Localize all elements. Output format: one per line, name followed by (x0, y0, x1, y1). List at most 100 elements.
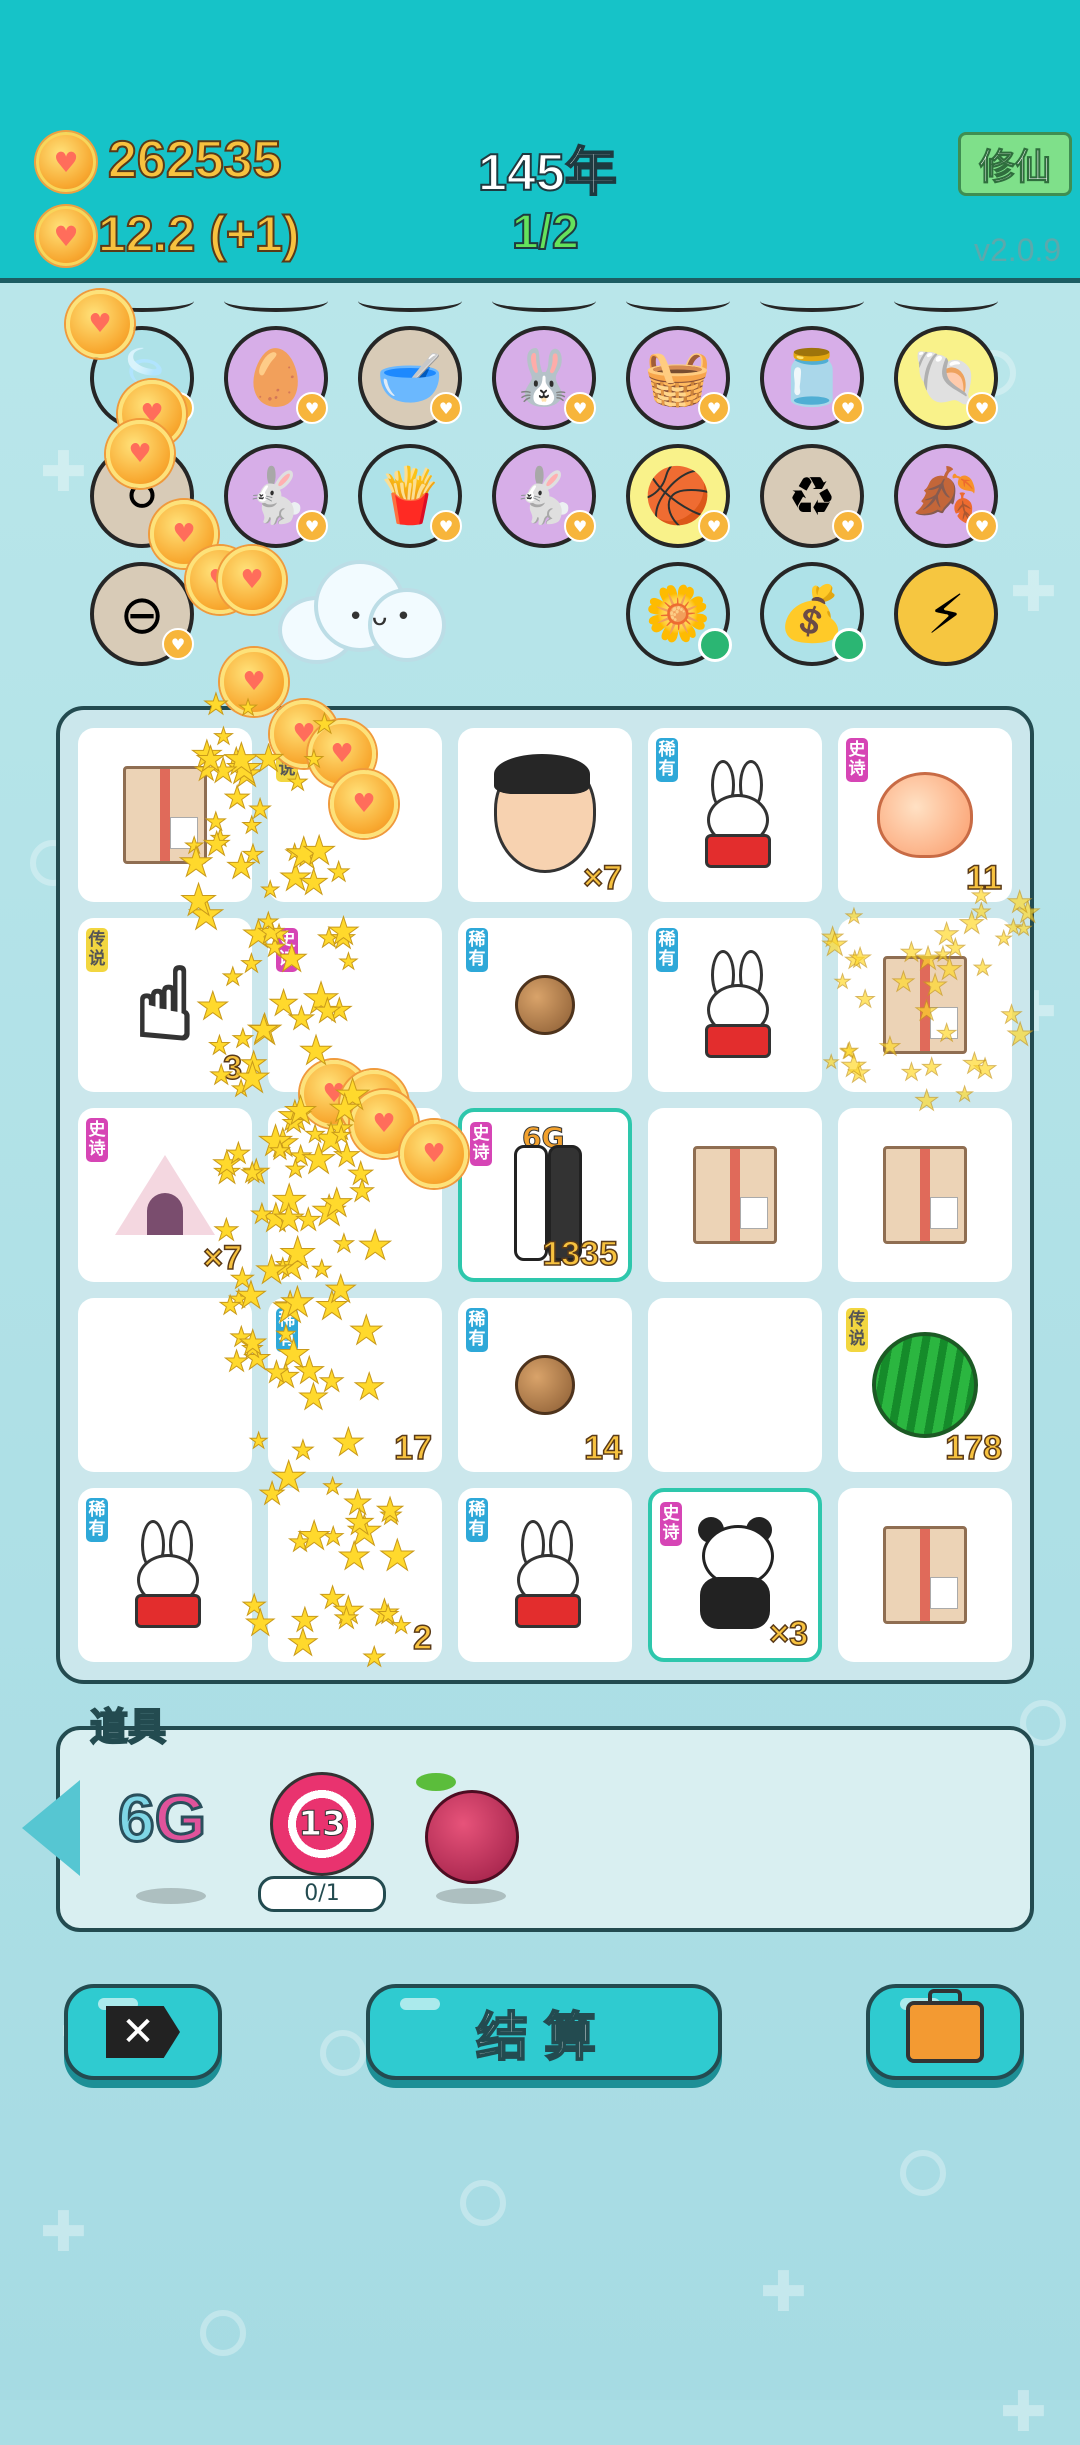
version-label: v2.0.9 (974, 232, 1062, 268)
board-cell[interactable] (78, 1298, 252, 1472)
sparkle-star-icon: ★ (337, 1533, 372, 1579)
box-item (648, 1108, 822, 1282)
item-count: 178 (945, 1428, 1003, 1468)
briefcase-icon (906, 1989, 984, 2063)
board-cell[interactable] (648, 1108, 822, 1282)
minus-icon[interactable]: ⊖ ♥ (90, 562, 194, 666)
tools-prev-arrow-icon[interactable] (22, 1780, 80, 1876)
sparkle-star-icon: ★ (362, 1641, 387, 1673)
sparkle-star-icon: ★ (298, 1027, 335, 1074)
close-button[interactable]: ✕ (64, 1984, 222, 2080)
year-counter: 145年 (477, 143, 618, 203)
sparkle-star-icon: ★ (263, 1355, 290, 1390)
sparkle-star-icon: ★ (913, 1084, 940, 1118)
board-cell[interactable]: 稀有 (648, 918, 822, 1092)
rarity-tag: 史诗 (846, 738, 868, 782)
sparkle-star-icon: ★ (326, 908, 361, 953)
hidden-icon-row (492, 290, 596, 312)
bag-button[interactable] (866, 1984, 1024, 2080)
sparkle-star-icon: ★ (257, 906, 280, 936)
sparkle-star-icon: ★ (971, 899, 992, 926)
heart-badge-icon: ♥ (162, 628, 194, 660)
settle-label: 结算 (475, 2007, 612, 2069)
board-cell[interactable] (838, 1108, 1012, 1282)
board-cell[interactable]: 稀有 14 (458, 1298, 632, 1472)
sparkle-star-icon: ★ (833, 970, 852, 994)
hidden-icon-row (894, 290, 998, 312)
sparkle-star-icon: ★ (218, 1290, 242, 1321)
shell-icon[interactable]: 🐚 ♥ (894, 326, 998, 430)
sparkle-star-icon: ★ (267, 983, 300, 1025)
egg-icon[interactable]: 🥚 ♥ (224, 326, 328, 430)
sparkle-star-icon: ★ (1006, 1017, 1035, 1054)
board-cell[interactable]: 稀有 (648, 728, 822, 902)
heart-badge-icon: ♥ (564, 510, 596, 542)
sparkle-star-icon: ★ (854, 984, 876, 1013)
box-item (838, 1108, 1012, 1282)
pet-food-bowl-icon[interactable]: 🥣 ♥ (358, 326, 462, 430)
sparkle-star-icon: ★ (269, 1452, 308, 1502)
sparkle-star-icon: ★ (820, 927, 849, 964)
heart-badge-icon: ♥ (698, 510, 730, 542)
sparkle-star-icon: ★ (297, 1376, 330, 1418)
board-cell[interactable]: 稀有 (78, 1488, 252, 1662)
sparkle-star-icon: ★ (1006, 884, 1034, 920)
sparkle-star-icon: ★ (331, 1420, 366, 1465)
board-cell[interactable]: 史诗 11 (838, 728, 1012, 902)
board-cell[interactable]: ×7 (458, 728, 632, 902)
sparkle-star-icon: ★ (239, 948, 263, 979)
board-cell[interactable]: 传说 178 (838, 1298, 1012, 1472)
board-cell[interactable] (648, 1298, 822, 1472)
rabbit-icon-2[interactable]: 🐇 ♥ (492, 444, 596, 548)
leaf-icon-2[interactable]: 🍂 ♥ (894, 444, 998, 548)
sparkle-star-icon: ★ (251, 736, 286, 781)
sparkle-star-icon: ★ (244, 1602, 277, 1644)
fruit-basket-icon[interactable]: 🧺 ♥ (626, 326, 730, 430)
sparkle-star-icon: ★ (839, 1048, 868, 1085)
heart-badge-icon: ♥ (698, 392, 730, 424)
cultivation-button[interactable]: 修仙 (958, 132, 1072, 196)
sparkle-star-icon: ★ (254, 1247, 290, 1293)
lightning-icon[interactable]: ⚡ (894, 562, 998, 666)
sparkle-star-icon: ★ (223, 780, 252, 817)
cloud-mascot[interactable]: • ᴗ • (278, 560, 446, 664)
board-cell[interactable]: 6G 史诗 1335 (458, 1108, 632, 1282)
sparkle-star-icon: ★ (1014, 917, 1033, 941)
empty-slot (648, 1298, 822, 1472)
sparkle-star-icon: ★ (327, 1086, 362, 1131)
tool-lychee-icon[interactable] (416, 1773, 519, 1884)
rarity-tag: 史诗 (660, 1502, 682, 1546)
sparkle-star-icon: ★ (294, 1203, 322, 1239)
sparkle-star-icon: ★ (312, 991, 343, 1031)
balls-icon[interactable]: 🏀 ♥ (626, 444, 730, 548)
refresh-icon[interactable]: ♻ ♥ (760, 444, 864, 548)
flower-pot-icon[interactable]: 🌼 (626, 562, 732, 666)
sparkle-star-icon: ★ (178, 875, 219, 927)
heart-badge-icon: ♥ (564, 392, 596, 424)
tool-6g[interactable]: 6G (117, 1780, 208, 1857)
board-cell[interactable]: 稀有 (458, 1488, 632, 1662)
tool-6g-label: 6G (117, 1780, 208, 1857)
sparkle-star-icon: ★ (233, 1053, 272, 1103)
sack-icon[interactable]: 💰 (760, 562, 866, 666)
jar-icon[interactable]: 🫙 ♥ (760, 326, 864, 430)
sparkle-star-icon: ★ (301, 827, 338, 874)
board-cell[interactable]: 史诗 ×7 (78, 1108, 252, 1282)
board-cell[interactable]: 史诗 ×3 (648, 1488, 822, 1662)
tool-target[interactable]: 13 (270, 1772, 374, 1876)
board-cell[interactable] (838, 1488, 1012, 1662)
sparkle-star-icon: ★ (312, 708, 338, 740)
status-dot (832, 628, 866, 662)
hidden-icon-row (760, 290, 864, 312)
fries-icon[interactable]: 🍟 ♥ (358, 444, 462, 548)
board-cell[interactable]: 稀有 (458, 918, 632, 1092)
background-decoration: ✚ (1010, 560, 1057, 625)
sparkle-star-icon: ★ (352, 1364, 386, 1408)
sparkle-star-icon: ★ (955, 1082, 974, 1107)
sparkle-star-icon: ★ (935, 1019, 958, 1048)
settle-button[interactable]: 结算 (366, 1984, 722, 2080)
rabbit-box-icon[interactable]: 🐰 ♥ (492, 326, 596, 430)
rarity-tag: 稀有 (86, 1498, 108, 1542)
rarity-tag: 传说 (846, 1308, 868, 1352)
rabbit-icon[interactable]: 🐇 ♥ (224, 444, 328, 548)
